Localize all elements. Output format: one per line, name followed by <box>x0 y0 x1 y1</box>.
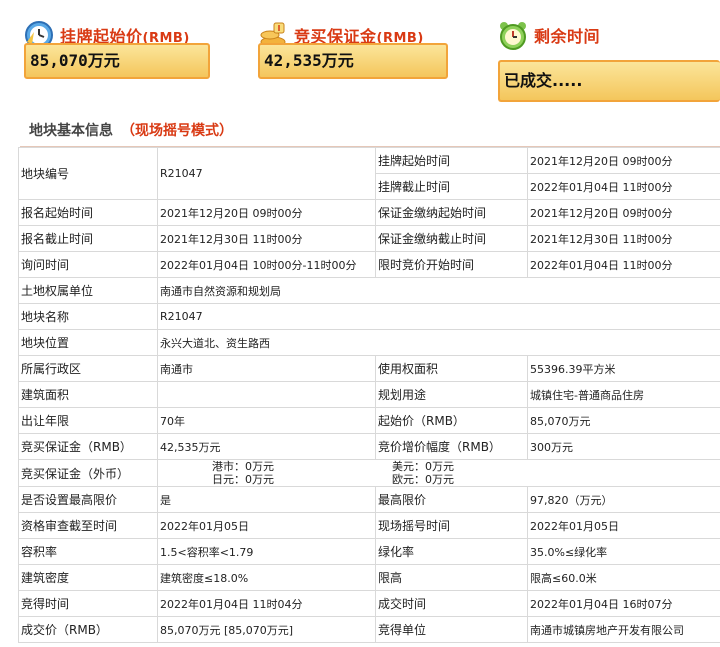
table-row: 是否设置最高限价 是 最高限价 97,820（万元） <box>18 486 720 513</box>
table-label: 容积率 <box>18 538 158 565</box>
table-row: 建筑密度 建筑密度≤18.0% 限高 限高≤60.0米 <box>18 564 720 591</box>
table-label: 规划用途 <box>375 381 528 408</box>
table-value: 2022年01月04日 11时00分 <box>527 251 720 278</box>
table-label: 报名起始时间 <box>18 199 158 226</box>
table-label: 地块位置 <box>18 329 158 356</box>
table-label: 成交价（RMB） <box>18 616 158 643</box>
table-row: 竞买保证金（外币） 港市：0万元 日元：0万元 美元：0万元 欧元：0万元 <box>18 459 720 487</box>
table-value: 南通市自然资源和规划局 <box>157 277 720 304</box>
table-label: 资格审查截至时间 <box>18 512 158 539</box>
table-label: 挂牌截止时间 <box>375 173 528 200</box>
table-label: 竞得单位 <box>375 616 528 643</box>
table-row: 报名起始时间 2021年12月20日 09时00分 保证金缴纳起始时间 2021… <box>18 199 720 226</box>
deposit-value: 42,535万元 <box>258 43 448 79</box>
table-value: 85,070万元 <box>527 407 720 434</box>
table-row: 竞买保证金（RMB） 42,535万元 竞价增价幅度（RMB） 300万元 <box>18 433 720 460</box>
section-mode: （现场摇号模式） <box>121 123 233 139</box>
table-label: 保证金缴纳截止时间 <box>375 225 528 252</box>
table-value: 城镇住宅-普通商品住房 <box>527 381 720 408</box>
table-label: 出让年限 <box>18 407 158 434</box>
table-value: 1.5<容积率<1.79 <box>157 538 376 565</box>
table-value: 55396.39平方米 <box>527 355 720 382</box>
table-row: 询问时间 2022年01月04日 10时00分-11时00分 限时竞价开始时间 … <box>18 251 720 278</box>
table-value <box>157 381 376 408</box>
table-label: 限高 <box>375 564 528 591</box>
table-label: 保证金缴纳起始时间 <box>375 199 528 226</box>
start-price-value: 85,070万元 <box>24 43 210 79</box>
table-label: 最高限价 <box>375 486 528 513</box>
table-value: 2022年01月04日 16时07分 <box>527 590 720 617</box>
alarm-clock-icon <box>498 20 528 50</box>
section-title: 地块基本信息 （现场摇号模式） <box>29 123 233 139</box>
table-label: 所属行政区 <box>18 355 158 382</box>
table-row: 出让年限 70年 起始价（RMB） 85,070万元 <box>18 407 720 434</box>
deposit-usd: 美元：0万元 <box>392 460 454 474</box>
remaining-time-block: 剩余时间 <box>498 18 600 52</box>
table-value: R21047 <box>157 303 720 330</box>
table-row: 报名截止时间 2021年12月30日 11时00分 保证金缴纳截止时间 2021… <box>18 225 720 252</box>
table-value: 永兴大道北、资生路西 <box>157 329 720 356</box>
table-value: 35.0%≤绿化率 <box>527 538 720 565</box>
table-label: 使用权面积 <box>375 355 528 382</box>
table-value: 2021年12月30日 11时00分 <box>527 225 720 252</box>
table-value: 2022年01月04日 11时00分 <box>527 173 720 200</box>
table-label: 竞得时间 <box>18 590 158 617</box>
table-label: 是否设置最高限价 <box>18 486 158 513</box>
remaining-time-value: 已成交..... <box>498 60 720 102</box>
table-label: 挂牌起始时间 <box>375 147 528 174</box>
table-value: R21047 <box>157 147 376 200</box>
table-value: 2021年12月20日 09时00分 <box>527 199 720 226</box>
land-info-table: 地块编号 R21047 挂牌起始时间 2021年12月20日 09时00分 挂牌… <box>18 147 720 643</box>
table-label: 竞买保证金（外币） <box>18 459 158 487</box>
table-value: 42,535万元 <box>157 433 376 460</box>
table-row: 竞得时间 2022年01月04日 11时04分 成交时间 2022年01月04日… <box>18 590 720 617</box>
table-label: 成交时间 <box>375 590 528 617</box>
table-label: 竞价增价幅度（RMB） <box>375 433 528 460</box>
table-value: 300万元 <box>527 433 720 460</box>
table-value: 2022年01月05日 <box>527 512 720 539</box>
deposit-eur: 欧元：0万元 <box>392 473 454 486</box>
table-value: 70年 <box>157 407 376 434</box>
table-value: 限高≤60.0米 <box>527 564 720 591</box>
table-value: 是 <box>157 486 376 513</box>
remaining-time-title: 剩余时间 <box>534 27 601 46</box>
table-value: 2022年01月04日 10时00分-11时00分 <box>157 251 376 278</box>
table-label: 报名截止时间 <box>18 225 158 252</box>
table-row: 土地权属单位 南通市自然资源和规划局 <box>18 277 720 304</box>
table-label: 起始价（RMB） <box>375 407 528 434</box>
table-value: 97,820（万元） <box>527 486 720 513</box>
table-label: 限时竞价开始时间 <box>375 251 528 278</box>
table-row: 资格审查截至时间 2022年01月05日 现场摇号时间 2022年01月05日 <box>18 512 720 539</box>
table-row: 建筑面积 规划用途 城镇住宅-普通商品住房 <box>18 381 720 408</box>
table-value: 2022年01月04日 11时04分 <box>157 590 376 617</box>
table-label: 地块名称 <box>18 303 158 330</box>
table-row: 地块名称 R21047 <box>18 303 720 330</box>
table-value: 南通市城镇房地产开发有限公司 <box>527 616 720 643</box>
table-label: 建筑面积 <box>18 381 158 408</box>
table-row: 地块位置 永兴大道北、资生路西 <box>18 329 720 356</box>
table-row: 所属行政区 南通市 使用权面积 55396.39平方米 <box>18 355 720 382</box>
table-row: 成交价（RMB） 85,070万元 [85,070万元] 竞得单位 南通市城镇房… <box>18 616 720 643</box>
table-value: 2021年12月20日 09时00分 <box>527 147 720 174</box>
table-label: 竞买保证金（RMB） <box>18 433 158 460</box>
table-label: 地块编号 <box>18 147 158 200</box>
table-value: 南通市 <box>157 355 376 382</box>
table-label: 绿化率 <box>375 538 528 565</box>
table-value: 2022年01月05日 <box>157 512 376 539</box>
table-label: 询问时间 <box>18 251 158 278</box>
table-row: 地块编号 R21047 挂牌起始时间 2021年12月20日 09时00分 <box>18 147 720 200</box>
table-label: 土地权属单位 <box>18 277 158 304</box>
table-value: 85,070万元 [85,070万元] <box>157 616 376 643</box>
table-row: 容积率 1.5<容积率<1.79 绿化率 35.0%≤绿化率 <box>18 538 720 565</box>
auction-summary-header: 挂牌起始价(RMB) 85,070万元 竞买保证金(RMB) 42,535万元 <box>0 0 720 112</box>
table-value: 2021年12月30日 11时00分 <box>157 225 376 252</box>
table-value: 建筑密度≤18.0% <box>157 564 376 591</box>
deposit-jpy: 日元：0万元 <box>212 473 274 486</box>
table-label: 现场摇号时间 <box>375 512 528 539</box>
foreign-currency-deposit: 港市：0万元 日元：0万元 美元：0万元 欧元：0万元 <box>157 459 720 487</box>
table-label: 建筑密度 <box>18 564 158 591</box>
deposit-hkd: 港市：0万元 <box>212 460 274 474</box>
table-value: 2021年12月20日 09时00分 <box>157 199 376 226</box>
